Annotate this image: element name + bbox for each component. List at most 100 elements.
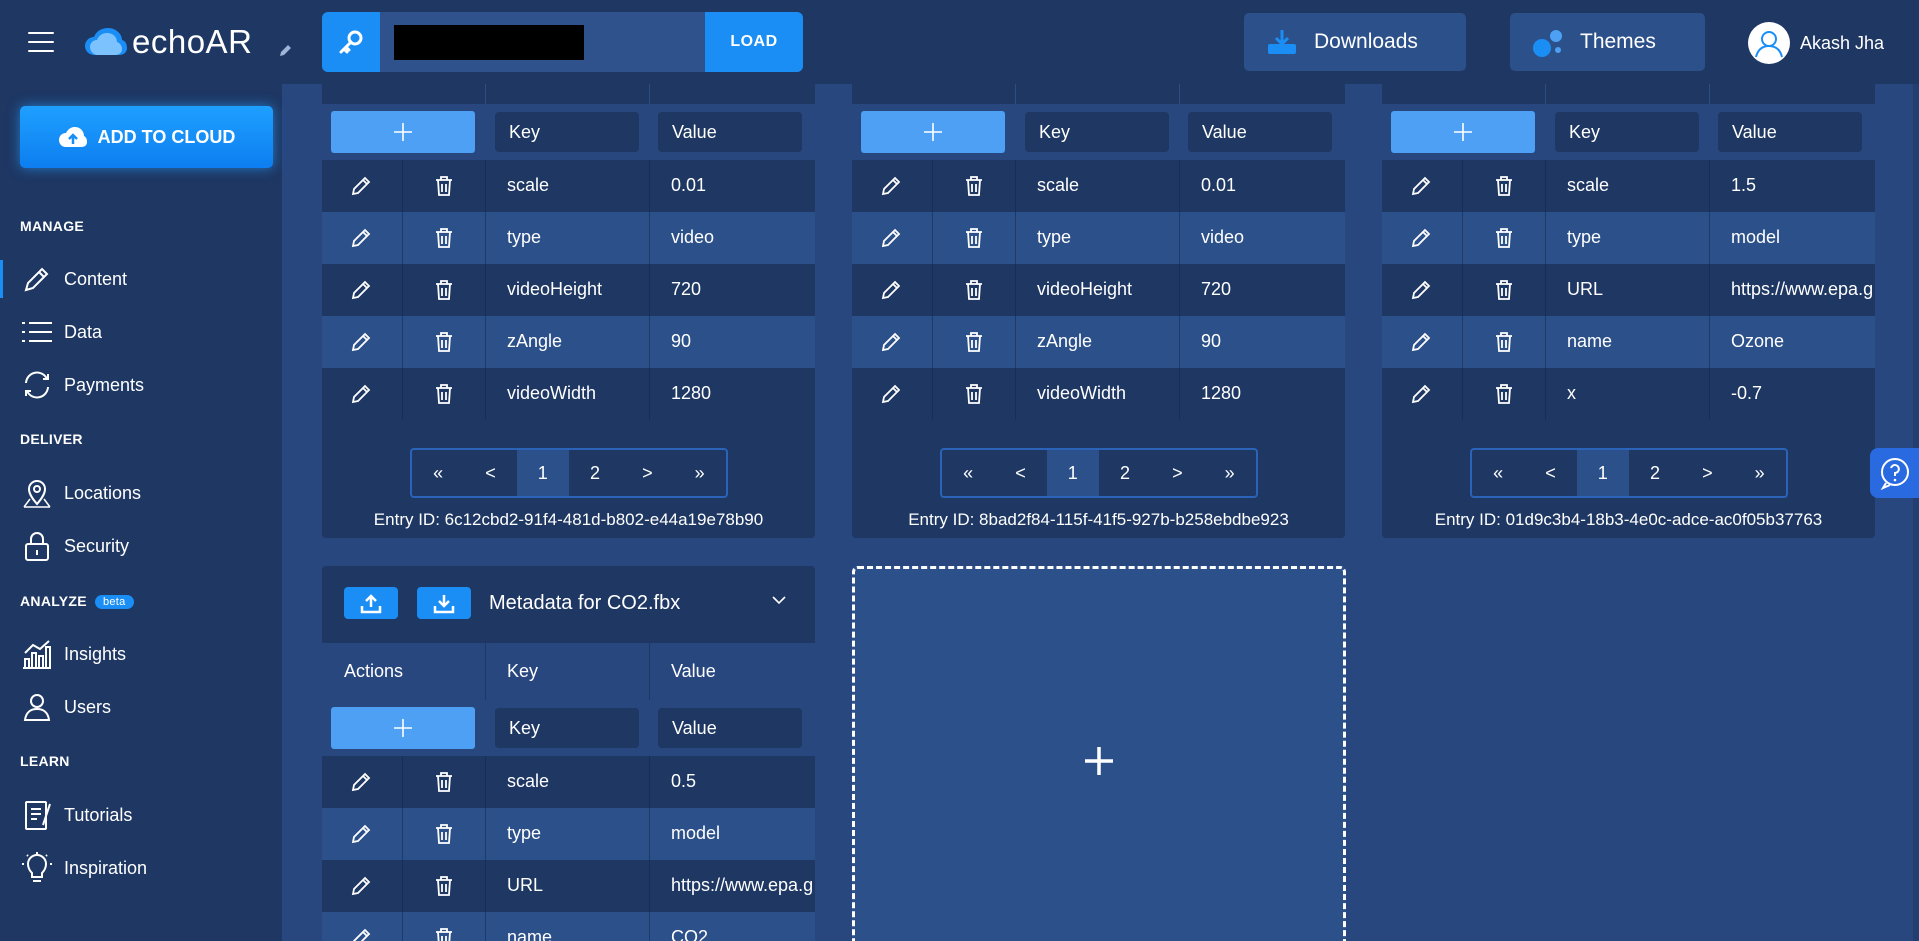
page-button[interactable]: < bbox=[464, 450, 516, 496]
page-button[interactable]: « bbox=[1472, 450, 1524, 496]
delete-trash-icon[interactable] bbox=[434, 823, 454, 845]
delete-trash-icon[interactable] bbox=[964, 227, 984, 249]
page-button[interactable]: < bbox=[994, 450, 1046, 496]
sidebar-item-data[interactable]: Data bbox=[20, 313, 282, 351]
page-button[interactable]: > bbox=[621, 450, 673, 496]
themes-label: Themes bbox=[1580, 30, 1656, 53]
new-value-input[interactable]: Value bbox=[1718, 112, 1862, 152]
sidebar-item-content[interactable]: Content bbox=[0, 260, 282, 298]
delete-trash-icon[interactable] bbox=[434, 927, 454, 941]
sidebar-item-payments[interactable]: Payments bbox=[20, 366, 282, 404]
new-key-input[interactable]: Key bbox=[1025, 112, 1169, 152]
edit-pencil-icon[interactable] bbox=[350, 227, 372, 249]
page-button[interactable]: » bbox=[673, 450, 725, 496]
edit-pencil-icon[interactable] bbox=[1410, 279, 1432, 301]
edit-pencil-icon[interactable] bbox=[1410, 383, 1432, 405]
sidebar-item-inspiration[interactable]: Inspiration bbox=[20, 849, 282, 887]
delete-trash-icon[interactable] bbox=[1494, 383, 1514, 405]
page-button[interactable]: » bbox=[1203, 450, 1255, 496]
delete-trash-icon[interactable] bbox=[964, 331, 984, 353]
load-button[interactable]: LOAD bbox=[705, 12, 803, 72]
edit-pencil-icon[interactable] bbox=[350, 279, 372, 301]
add-to-cloud-button[interactable]: ADD TO CLOUD bbox=[20, 106, 273, 168]
edit-pencil-icon[interactable] bbox=[350, 331, 372, 353]
page-button[interactable]: < bbox=[1524, 450, 1576, 496]
delete-trash-icon[interactable] bbox=[434, 383, 454, 405]
delete-trash-icon[interactable] bbox=[434, 279, 454, 301]
delete-trash-icon[interactable] bbox=[434, 227, 454, 249]
user-menu[interactable]: Akash Jha bbox=[1748, 22, 1884, 64]
add-entry-box[interactable] bbox=[852, 566, 1346, 941]
edit-pencil-icon[interactable] bbox=[350, 875, 372, 897]
add-entry-button[interactable] bbox=[861, 111, 1005, 153]
delete-trash-icon[interactable] bbox=[1494, 227, 1514, 249]
edit-pencil-icon[interactable] bbox=[1410, 331, 1432, 353]
page-button[interactable]: « bbox=[412, 450, 464, 496]
scrollbar[interactable] bbox=[1913, 84, 1919, 941]
delete-trash-icon[interactable] bbox=[964, 175, 984, 197]
add-entry-button[interactable] bbox=[331, 707, 475, 749]
row-value: 720 bbox=[1201, 279, 1232, 299]
page-button[interactable]: 1 bbox=[1046, 450, 1099, 496]
edit-pencil-icon[interactable] bbox=[1410, 175, 1432, 197]
edit-pencil-icon[interactable] bbox=[350, 823, 372, 845]
new-key-input[interactable]: Key bbox=[1555, 112, 1699, 152]
delete-trash-icon[interactable] bbox=[964, 279, 984, 301]
api-key-input[interactable] bbox=[394, 25, 584, 60]
hamburger-menu-icon[interactable] bbox=[28, 32, 54, 52]
row-key: x bbox=[1567, 383, 1576, 403]
table-row: scale 1.5 bbox=[1382, 160, 1875, 212]
page-button[interactable]: 2 bbox=[1099, 450, 1151, 496]
edit-pencil-icon[interactable] bbox=[880, 227, 902, 249]
edit-pencil-icon[interactable] bbox=[880, 331, 902, 353]
sidebar-item-users[interactable]: Users bbox=[20, 688, 282, 726]
sidebar-item-security[interactable]: Security bbox=[20, 527, 282, 565]
delete-trash-icon[interactable] bbox=[1494, 331, 1514, 353]
delete-trash-icon[interactable] bbox=[434, 771, 454, 793]
page-button[interactable]: > bbox=[1151, 450, 1203, 496]
sidebar-item-locations[interactable]: Locations bbox=[20, 474, 282, 512]
key-button[interactable] bbox=[322, 12, 380, 72]
delete-trash-icon[interactable] bbox=[434, 875, 454, 897]
sidebar-item-tutorials[interactable]: Tutorials bbox=[20, 796, 282, 834]
echoar-logo[interactable]: echoAR bbox=[84, 22, 252, 62]
new-key-input[interactable]: Key bbox=[495, 708, 639, 748]
edit-brand-pencil-icon[interactable] bbox=[278, 44, 292, 58]
help-button[interactable] bbox=[1870, 448, 1919, 498]
edit-pencil-icon[interactable] bbox=[880, 175, 902, 197]
page-button[interactable]: 1 bbox=[516, 450, 569, 496]
new-value-input[interactable]: Value bbox=[658, 708, 802, 748]
list-icon bbox=[20, 315, 54, 349]
page-button[interactable]: 2 bbox=[569, 450, 621, 496]
page-button[interactable]: > bbox=[1681, 450, 1733, 496]
delete-trash-icon[interactable] bbox=[434, 331, 454, 353]
download-button[interactable] bbox=[417, 587, 471, 619]
upload-button[interactable] bbox=[344, 587, 398, 619]
edit-pencil-icon[interactable] bbox=[880, 383, 902, 405]
chevron-down-icon[interactable] bbox=[771, 595, 787, 605]
delete-trash-icon[interactable] bbox=[1494, 279, 1514, 301]
edit-pencil-icon[interactable] bbox=[350, 383, 372, 405]
page-button[interactable]: » bbox=[1733, 450, 1785, 496]
delete-trash-icon[interactable] bbox=[1494, 175, 1514, 197]
new-value-input[interactable]: Value bbox=[658, 112, 802, 152]
page-button[interactable]: 2 bbox=[1629, 450, 1681, 496]
page-button[interactable]: 1 bbox=[1576, 450, 1629, 496]
new-value-input[interactable]: Value bbox=[1188, 112, 1332, 152]
edit-pencil-icon[interactable] bbox=[350, 771, 372, 793]
new-key-input[interactable]: Key bbox=[495, 112, 639, 152]
themes-button[interactable]: Themes bbox=[1510, 13, 1705, 71]
downloads-button[interactable]: Downloads bbox=[1244, 13, 1466, 71]
edit-pencil-icon[interactable] bbox=[350, 175, 372, 197]
edit-pencil-icon[interactable] bbox=[350, 927, 372, 941]
table-row: type video bbox=[852, 212, 1345, 264]
edit-pencil-icon[interactable] bbox=[880, 279, 902, 301]
delete-trash-icon[interactable] bbox=[964, 383, 984, 405]
sidebar-item-insights[interactable]: Insights bbox=[20, 635, 282, 673]
delete-trash-icon[interactable] bbox=[434, 175, 454, 197]
page-button[interactable]: « bbox=[942, 450, 994, 496]
edit-pencil-icon[interactable] bbox=[1410, 227, 1432, 249]
add-entry-button[interactable] bbox=[1391, 111, 1535, 153]
sidebar-item-label: Users bbox=[64, 696, 112, 717]
add-entry-button[interactable] bbox=[331, 111, 475, 153]
